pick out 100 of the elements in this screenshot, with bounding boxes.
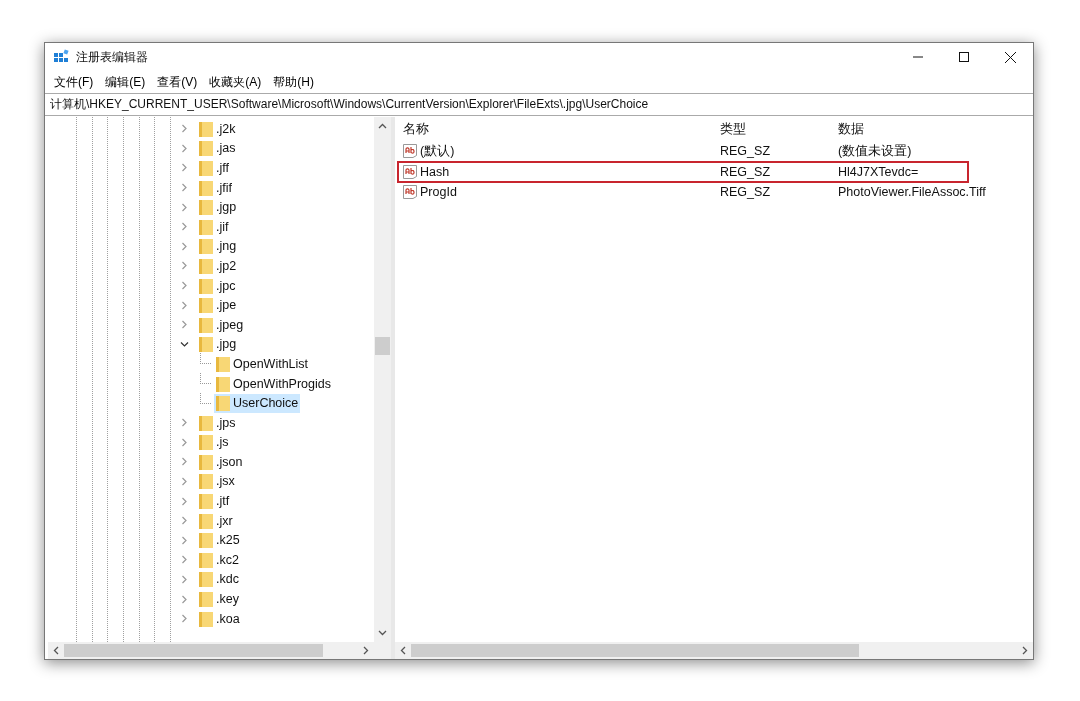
chevron-right-icon[interactable] xyxy=(180,496,189,506)
chevron-right-icon[interactable] xyxy=(180,516,189,526)
folder-icon xyxy=(199,512,213,529)
scroll-down-icon[interactable] xyxy=(378,630,387,636)
scroll-left-icon[interactable] xyxy=(53,646,59,655)
tree-item[interactable]: UserChoice xyxy=(214,393,301,413)
window-title: 注册表编辑器 xyxy=(76,48,148,66)
value-type: REG_SZ xyxy=(720,164,771,179)
highlighted-row[interactable]: Hash REG_SZ Hl4J7XTevdc= xyxy=(398,161,968,182)
menu-item[interactable]: 编辑(E) xyxy=(99,72,152,92)
chevron-right-icon[interactable] xyxy=(180,202,189,212)
folder-icon xyxy=(199,610,213,627)
string-value-icon xyxy=(402,143,418,160)
folder-icon xyxy=(216,375,230,392)
scroll-thumb[interactable] xyxy=(411,644,860,657)
value-data: PhotoViewer.FileAssoc.Tiff xyxy=(838,185,986,200)
chevron-right-icon[interactable] xyxy=(180,418,189,428)
value-type: REG_SZ xyxy=(720,185,771,200)
folder-icon xyxy=(199,199,213,216)
scroll-left-icon[interactable] xyxy=(400,646,406,655)
chevron-right-icon[interactable] xyxy=(180,281,189,291)
value-name: (默认) xyxy=(420,142,455,160)
folder-icon xyxy=(199,297,213,314)
tree-item[interactable]: .jps xyxy=(197,413,238,433)
tree-item[interactable]: .key xyxy=(197,589,241,609)
chevron-right-icon[interactable] xyxy=(180,477,189,486)
horizontal-scrollbar[interactable] xyxy=(395,642,1033,659)
tree-item[interactable]: .jpc xyxy=(197,276,238,296)
tree-item[interactable]: OpenWithProgids xyxy=(214,374,333,393)
tree-item[interactable]: .j2k xyxy=(197,119,238,139)
value-type: REG_SZ xyxy=(720,144,771,159)
folder-icon xyxy=(199,316,213,333)
tree-item[interactable]: .jfif xyxy=(197,178,234,198)
scroll-right-icon[interactable] xyxy=(1022,646,1028,655)
chevron-right-icon[interactable] xyxy=(180,300,189,310)
folder-icon xyxy=(216,355,230,372)
chevron-right-icon[interactable] xyxy=(180,143,189,153)
chevron-right-icon[interactable] xyxy=(180,222,189,232)
address-bar[interactable]: 计算机\HKEY_CURRENT_USER\Software\Microsoft\Windows\CurrentVersion\Explorer\FileExts\.jpg\UserChoice xyxy=(45,93,1033,116)
folder-icon xyxy=(199,179,213,196)
chevron-right-icon[interactable] xyxy=(180,555,189,565)
folder-icon xyxy=(199,571,213,588)
tree-item[interactable]: .jpg xyxy=(197,334,239,354)
chevron-right-icon[interactable] xyxy=(180,574,189,584)
column-header[interactable]: 类型 xyxy=(720,120,838,138)
folder-icon xyxy=(199,453,213,470)
folder-icon xyxy=(199,120,213,137)
tree-item[interactable]: .jas xyxy=(197,138,238,158)
tree-item[interactable]: .json xyxy=(197,452,245,472)
tree-item[interactable]: .koa xyxy=(197,609,242,629)
tree-item[interactable]: .kc2 xyxy=(197,550,241,570)
tree-item[interactable]: .jpe xyxy=(197,295,239,315)
chevron-right-icon[interactable] xyxy=(180,124,189,134)
tree-item[interactable]: .jng xyxy=(197,236,239,256)
close-icon xyxy=(1004,51,1016,63)
chevron-right-icon[interactable] xyxy=(180,437,189,447)
menu-item[interactable]: 文件(F) xyxy=(48,72,100,92)
folder-icon xyxy=(199,473,213,490)
tree-item[interactable]: .jp2 xyxy=(197,256,239,276)
folder-icon xyxy=(216,395,230,412)
tree-item[interactable]: .jsx xyxy=(197,472,237,491)
value-data: Hl4J7XTevdc= xyxy=(838,164,920,179)
chevron-right-icon[interactable] xyxy=(180,614,189,624)
folder-icon xyxy=(199,336,213,353)
tree-item[interactable]: .jff xyxy=(197,158,231,178)
chevron-right-icon[interactable] xyxy=(180,241,189,251)
tree-item[interactable]: .jtf xyxy=(197,491,232,511)
folder-icon xyxy=(199,493,213,510)
tree-item[interactable]: .k25 xyxy=(197,530,242,550)
chevron-right-icon[interactable] xyxy=(180,320,189,330)
chevron-right-icon[interactable] xyxy=(180,183,189,193)
chevron-down-icon[interactable] xyxy=(180,339,189,349)
chevron-right-icon[interactable] xyxy=(180,261,189,271)
scroll-thumb[interactable] xyxy=(64,644,323,657)
tree-item[interactable]: .kdc xyxy=(197,569,241,589)
value-data: (数值未设置) xyxy=(838,142,913,160)
menu-item[interactable]: 收藏夹(A) xyxy=(203,72,268,92)
maximize-icon xyxy=(959,52,969,62)
tree-item[interactable]: .jgp xyxy=(197,197,239,217)
vertical-scrollbar[interactable] xyxy=(374,117,391,642)
folder-icon xyxy=(199,551,213,568)
scroll-thumb[interactable] xyxy=(375,337,390,355)
folder-icon xyxy=(199,532,213,549)
tree-item[interactable]: .jpeg xyxy=(197,315,246,335)
column-header[interactable]: 数据 xyxy=(838,120,1033,138)
menu-item[interactable]: 查看(V) xyxy=(151,72,204,92)
tree-item[interactable]: .jxr xyxy=(197,511,235,531)
scroll-up-icon[interactable] xyxy=(378,123,387,129)
value-name: ProgId xyxy=(420,185,457,200)
chevron-right-icon[interactable] xyxy=(180,594,189,604)
tree-item[interactable]: OpenWithList xyxy=(214,354,311,374)
chevron-right-icon[interactable] xyxy=(180,457,189,467)
column-header[interactable]: 名称 xyxy=(398,120,720,138)
tree-item[interactable]: .jif xyxy=(197,217,231,237)
chevron-right-icon[interactable] xyxy=(180,163,189,173)
chevron-right-icon[interactable] xyxy=(180,535,189,545)
scroll-right-icon[interactable] xyxy=(363,646,369,655)
menu-item[interactable]: 帮助(H) xyxy=(267,72,320,92)
folder-icon xyxy=(199,218,213,235)
tree-item[interactable]: .js xyxy=(197,432,231,452)
